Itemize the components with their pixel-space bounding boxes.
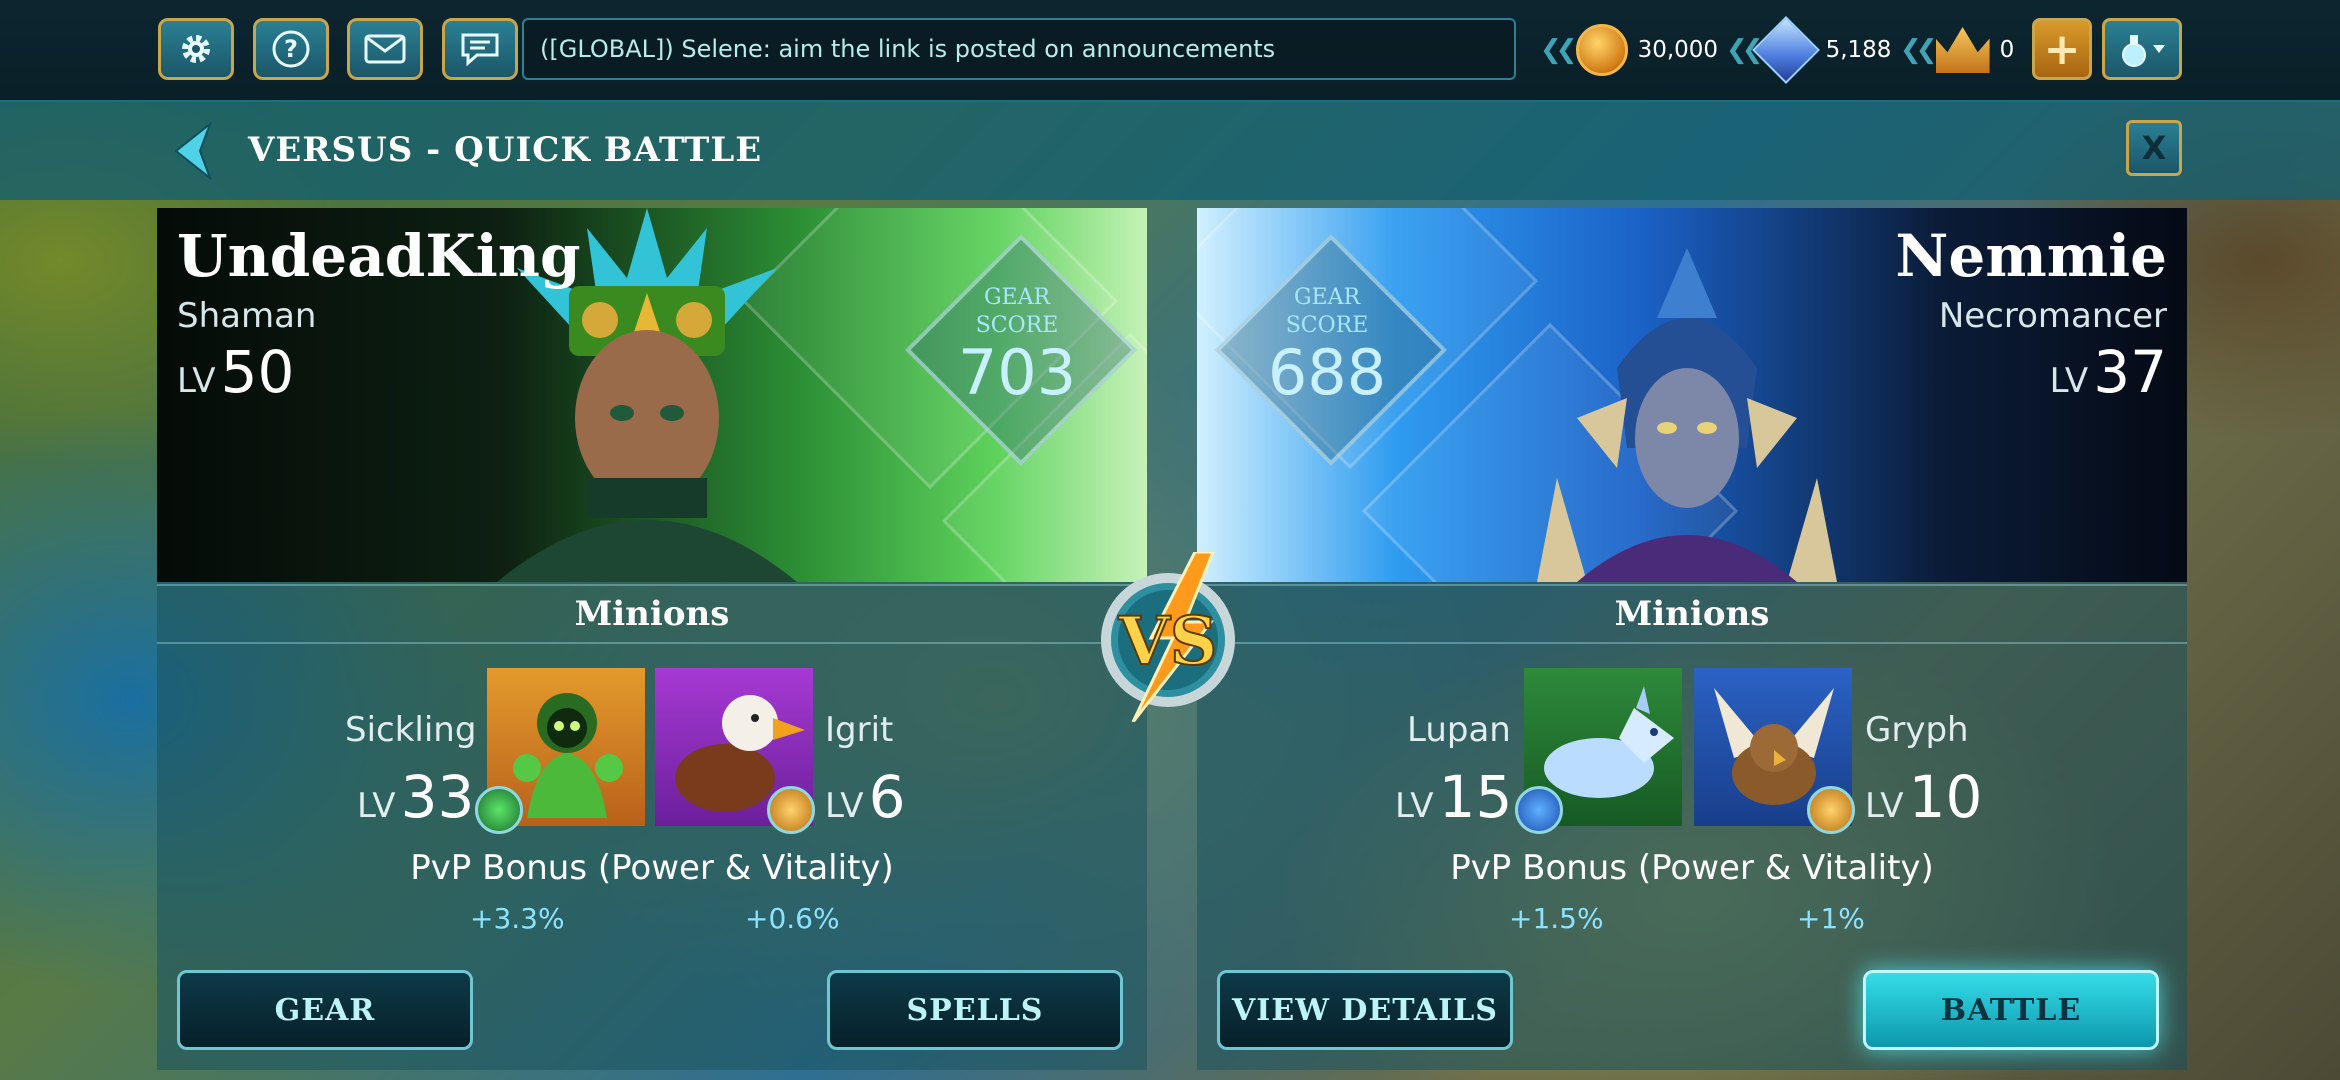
settings-button[interactable]	[158, 18, 234, 80]
opponent-minion2-level: LV 10	[1865, 763, 1983, 831]
gold-element-badge-icon	[767, 786, 815, 834]
gem-icon	[1751, 16, 1820, 84]
player-bonus-2: +0.6%	[745, 902, 840, 935]
opponent-name: Nemmie	[1895, 222, 2167, 290]
chevron-icon: ❮❮	[1900, 35, 1937, 65]
gear-button[interactable]: GEAR	[177, 970, 473, 1050]
gold-amount: 30,000	[1637, 37, 1719, 63]
gold-counter: ❮❮ 30,000	[1540, 20, 1718, 80]
vs-emblem-icon: VS	[1101, 552, 1235, 722]
global-chat-ticker[interactable]: ([GLOBAL]) Selene: aim the link is poste…	[522, 18, 1516, 80]
opponent-bonus-2: +1%	[1797, 902, 1865, 935]
mail-button[interactable]	[347, 18, 423, 80]
close-button[interactable]: X	[2126, 120, 2182, 176]
chat-message: ([GLOBAL]) Selene: aim the link is poste…	[540, 35, 1276, 63]
necromancer-avatar	[1537, 248, 1837, 582]
blue-element-badge-icon	[1515, 786, 1563, 834]
player-minion1-name: Sickling	[345, 710, 477, 750]
chevron-icon: ❮❮	[1540, 35, 1577, 65]
opponent-level: LV 37	[2049, 338, 2167, 406]
green-element-badge-icon	[475, 786, 523, 834]
spells-button[interactable]: SPELLS	[827, 970, 1123, 1050]
chat-icon	[461, 33, 499, 67]
plus-icon: +	[2043, 23, 2081, 75]
mail-icon	[364, 34, 406, 64]
opponent-portrait: Nemmie Necromancer LV 37 GEAR SCORE 688	[1197, 208, 2187, 582]
gold-element-badge-icon	[1807, 786, 1855, 834]
svg-text:VS: VS	[1118, 602, 1218, 680]
question-icon: ?	[272, 30, 310, 68]
opponent-gear-score-value: 688	[1267, 336, 1387, 409]
opponent-minion1-level: LV 15	[1395, 763, 1513, 831]
player-minion1-level: LV 33	[357, 763, 475, 831]
crown-amount: 0	[1999, 37, 2015, 63]
player-level: LV 50	[177, 338, 295, 406]
opponent-minion1-name: Lupan	[1407, 710, 1511, 750]
player-class: Shaman	[177, 296, 317, 336]
battle-button[interactable]: BATTLE	[1863, 970, 2159, 1050]
gold-coin-icon	[1575, 24, 1628, 76]
player-minions-title: Minions	[157, 584, 1147, 644]
opponent-pvp-bonus-title: PvP Bonus (Power & Vitality)	[1450, 848, 1934, 888]
help-button[interactable]: ?	[253, 18, 329, 80]
player-minion2-level: LV 6	[825, 763, 906, 831]
player-bonus-1: +3.3%	[470, 902, 565, 935]
potion-menu-button[interactable]	[2102, 18, 2182, 80]
player-panel: UndeadKing Shaman LV 50 GEAR SCORE 703 Mi…	[157, 208, 1147, 1070]
close-icon: X	[2141, 129, 2167, 167]
opponent-panel: Nemmie Necromancer LV 37 GEAR SCORE 688 M…	[1197, 208, 2187, 1070]
opponent-minion2-name: Gryph	[1865, 710, 1969, 750]
player-gear-score-value: 703	[957, 336, 1077, 409]
player-name: UndeadKing	[177, 222, 581, 290]
gem-counter: ❮❮ 5,188	[1726, 16, 1892, 84]
potion-icon	[2122, 35, 2165, 67]
opponent-gear-score: GEAR SCORE 688	[1207, 226, 1447, 466]
player-portrait: UndeadKing Shaman LV 50 GEAR SCORE 703	[157, 208, 1147, 582]
gear-icon	[182, 35, 210, 63]
gem-amount: 5,188	[1825, 37, 1892, 63]
view-details-button[interactable]: VIEW DETAILS	[1217, 970, 1513, 1050]
player-gear-score: GEAR SCORE 703	[897, 226, 1137, 466]
chat-button[interactable]	[442, 18, 518, 80]
crown-icon	[1935, 27, 1990, 73]
opponent-class: Necromancer	[1938, 296, 2167, 336]
opponent-minions-title: Minions	[1197, 584, 2187, 644]
top-bar: ? ([GLOBAL]) Selene: aim the link is pos…	[0, 0, 2340, 102]
page-title: VERSUS - QUICK BATTLE	[248, 130, 763, 170]
add-currency-button[interactable]: +	[2032, 18, 2092, 80]
back-arrow-icon[interactable]	[170, 122, 214, 180]
player-pvp-bonus-title: PvP Bonus (Power & Vitality)	[410, 848, 894, 888]
svg-text:?: ?	[284, 35, 298, 63]
player-minion2-name: Igrit	[825, 710, 894, 750]
crown-counter: ❮❮ 0	[1900, 20, 2014, 80]
opponent-bonus-1: +1.5%	[1509, 902, 1604, 935]
